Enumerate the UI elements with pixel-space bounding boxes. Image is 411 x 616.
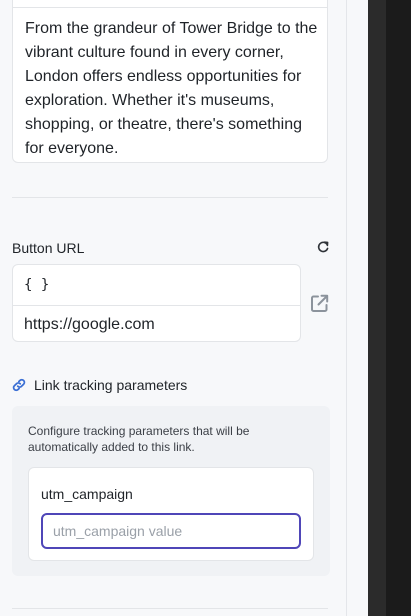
link-icon[interactable] [11,377,27,393]
description-field-divider [13,7,327,8]
insert-variable-button[interactable]: { } [24,276,49,294]
utm-campaign-param: utm_campaign [28,467,314,561]
section-divider-bottom [12,608,328,609]
tracking-parameters-panel: Configure tracking parameters that will … [12,406,330,576]
refresh-icon[interactable] [316,240,330,254]
description-text[interactable]: From the grandeur of Tower Bridge to the… [25,17,321,161]
param-name-label: utm_campaign [41,486,133,502]
button-url-label: Button URL [12,240,85,256]
description-field[interactable]: From the grandeur of Tower Bridge to the… [12,0,328,163]
editor-panel: From the grandeur of Tower Bridge to the… [0,0,346,616]
utm-campaign-input[interactable] [41,513,301,549]
tracking-description: Configure tracking parameters that will … [28,424,250,454]
link-tracking-toggle[interactable]: Link tracking parameters [34,376,187,394]
section-divider [12,197,328,198]
external-link-icon[interactable] [309,293,330,314]
button-url-field-divider [13,305,300,306]
button-url-field: { } https://google.com [12,264,301,342]
scroll-gutter [347,0,368,616]
preview-edge-inner [386,0,411,616]
button-url-input[interactable]: https://google.com [24,315,155,335]
